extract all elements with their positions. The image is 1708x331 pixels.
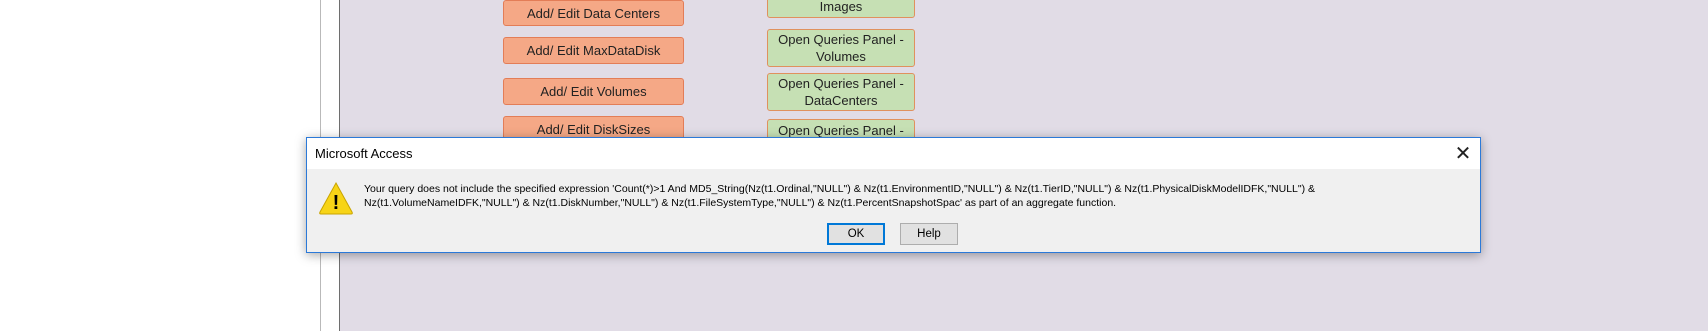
- close-icon[interactable]: ✕: [1446, 138, 1480, 169]
- open-queries-panel-volumes-button[interactable]: Open Queries Panel - Volumes: [767, 29, 915, 67]
- dialog-body: ! Your query does not include the specif…: [307, 169, 1480, 252]
- dialog-titlebar[interactable]: Microsoft Access ✕: [307, 138, 1480, 169]
- navigation-pane: [0, 0, 320, 331]
- add-edit-volumes-button[interactable]: Add/ Edit Volumes: [503, 78, 684, 105]
- add-edit-maxdatadisk-button[interactable]: Add/ Edit MaxDataDisk: [503, 37, 684, 64]
- error-dialog: Microsoft Access ✕ ! Your query does not…: [306, 137, 1481, 253]
- help-button[interactable]: Help: [900, 223, 958, 245]
- open-queries-panel-datacenters-button[interactable]: Open Queries Panel - DataCenters: [767, 73, 915, 111]
- warning-icon: !: [318, 181, 354, 215]
- ok-button[interactable]: OK: [827, 223, 885, 245]
- open-queries-panel-images-button[interactable]: Images: [767, 0, 915, 18]
- warning-glyph: !: [333, 192, 340, 214]
- dialog-message: Your query does not include the specifie…: [364, 183, 1316, 209]
- dialog-title: Microsoft Access: [315, 146, 413, 161]
- add-edit-data-centers-button[interactable]: Add/ Edit Data Centers: [503, 0, 684, 26]
